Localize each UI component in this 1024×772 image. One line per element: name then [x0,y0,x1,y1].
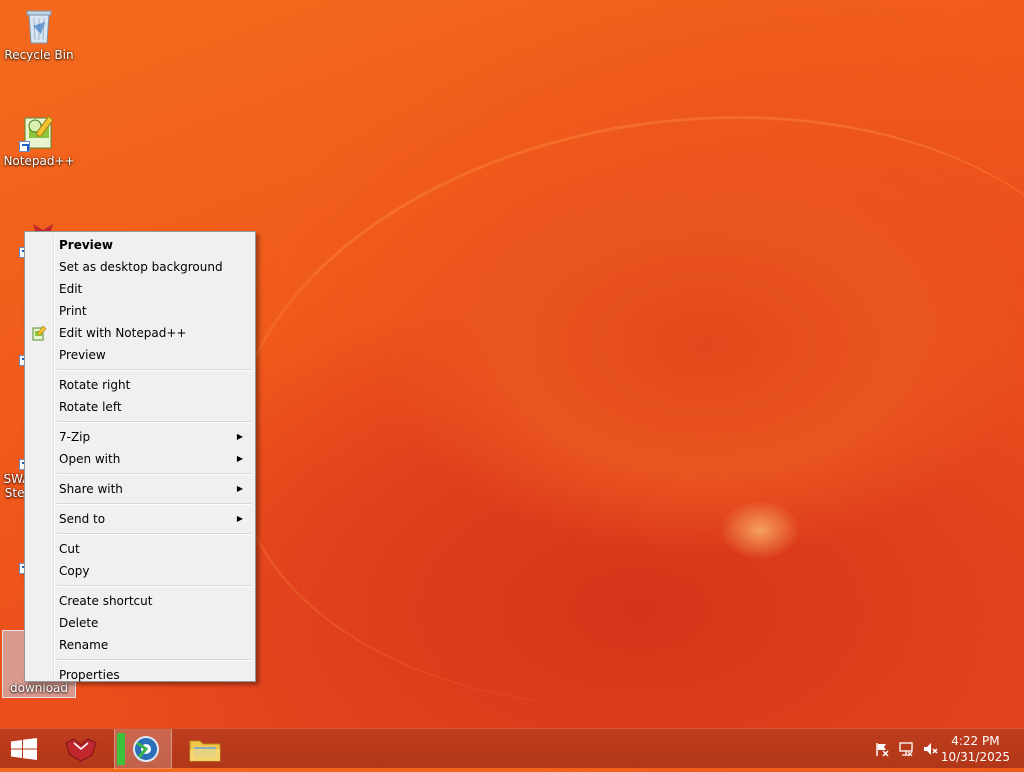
submenu-arrow-icon: ▶ [236,454,243,463]
taskbar: 4:22 PM 10/31/2025 [0,728,1024,769]
menu-separator [57,369,251,371]
clock-time: 4:22 PM [951,734,1000,748]
menu-item-create-shortcut[interactable]: Create shortcut [27,590,253,612]
desktop-icon-label: Notepad++ [3,154,75,168]
windows-logo-icon [11,738,37,760]
wallpaper-swirl [193,60,1024,763]
submenu-arrow-icon: ▶ [236,484,243,493]
menu-item-edit-with-notepad-plus-plus[interactable]: Edit with Notepad++ [27,322,253,344]
submenu-arrow-icon: ▶ [236,432,243,441]
menu-item-edit[interactable]: Edit [27,278,253,300]
taskbar-clock[interactable]: 4:22 PM 10/31/2025 [941,733,1010,765]
menu-item-preview-default[interactable]: Preview [27,234,253,256]
submenu-arrow-icon: ▶ [236,514,243,523]
menu-item-rotate-right[interactable]: Rotate right [27,374,253,396]
menu-item-cut[interactable]: Cut [27,538,253,560]
desktop-icon-recycle-bin[interactable]: Recycle Bin [2,6,76,62]
menu-item-label: Properties [59,668,120,682]
menu-item-rotate-left[interactable]: Rotate left [27,396,253,418]
menu-item-rename[interactable]: Rename [27,634,253,656]
menu-item-delete[interactable]: Delete [27,612,253,634]
taskbar-app-red[interactable] [52,729,110,769]
clock-date: 10/31/2025 [940,750,1010,764]
menu-separator [57,659,251,661]
menu-item-preview[interactable]: Preview [27,344,253,366]
network-icon[interactable] [898,741,914,757]
desktop-icon-notepad-plus-plus[interactable]: Notepad++ [2,112,76,168]
taskbar-file-explorer[interactable] [176,729,234,769]
menu-item-label: Delete [59,616,99,630]
progress-indicator [117,733,125,765]
menu-item-label: Share with [59,482,123,496]
menu-item-set-desktop-background[interactable]: Set as desktop background [27,256,253,278]
menu-item-7zip[interactable]: 7-Zip ▶ [27,426,253,448]
menu-item-label: Rotate right [59,378,131,392]
menu-item-label: Copy [59,564,90,578]
notepad-plus-plus-icon [31,325,47,341]
menu-item-label: Rotate left [59,400,122,414]
menu-item-label: Edit with Notepad++ [59,326,187,340]
taskbar-app-browser[interactable] [114,729,172,769]
menu-item-send-to[interactable]: Send to ▶ [27,508,253,530]
menu-item-label: Preview [59,348,106,362]
menu-separator [57,533,251,535]
recycle-bin-icon [19,6,59,46]
menu-item-label: Create shortcut [59,594,153,608]
menu-separator [57,585,251,587]
notepad-plus-plus-icon [19,112,59,152]
menu-separator [57,503,251,505]
menu-separator [57,421,251,423]
menu-item-copy[interactable]: Copy [27,560,253,582]
menu-item-label: Set as desktop background [59,260,223,274]
folder-icon [189,740,221,762]
menu-item-label: Preview [59,238,114,252]
action-center-flag-icon[interactable] [874,741,890,757]
menu-item-label: Print [59,304,87,318]
shortcut-arrow-icon [19,141,30,152]
menu-item-label: Open with [59,452,121,466]
start-button[interactable] [0,729,48,769]
context-menu: Preview Set as desktop background Edit P… [24,231,256,682]
red-app-icon [65,738,97,762]
menu-item-label: Edit [59,282,83,296]
menu-item-share-with[interactable]: Share with ▶ [27,478,253,500]
menu-separator [57,473,251,475]
wallpaper-glow [720,500,800,560]
desktop-icon-label: Recycle Bin [4,48,74,62]
menu-item-open-with[interactable]: Open with ▶ [27,448,253,470]
menu-item-print[interactable]: Print [27,300,253,322]
volume-muted-icon[interactable] [922,741,938,757]
menu-item-label: Send to [59,512,106,526]
menu-item-label: Cut [59,542,80,556]
menu-item-properties[interactable]: Properties [27,664,253,686]
menu-item-label: 7-Zip [59,430,91,444]
menu-item-label: Rename [59,638,109,652]
